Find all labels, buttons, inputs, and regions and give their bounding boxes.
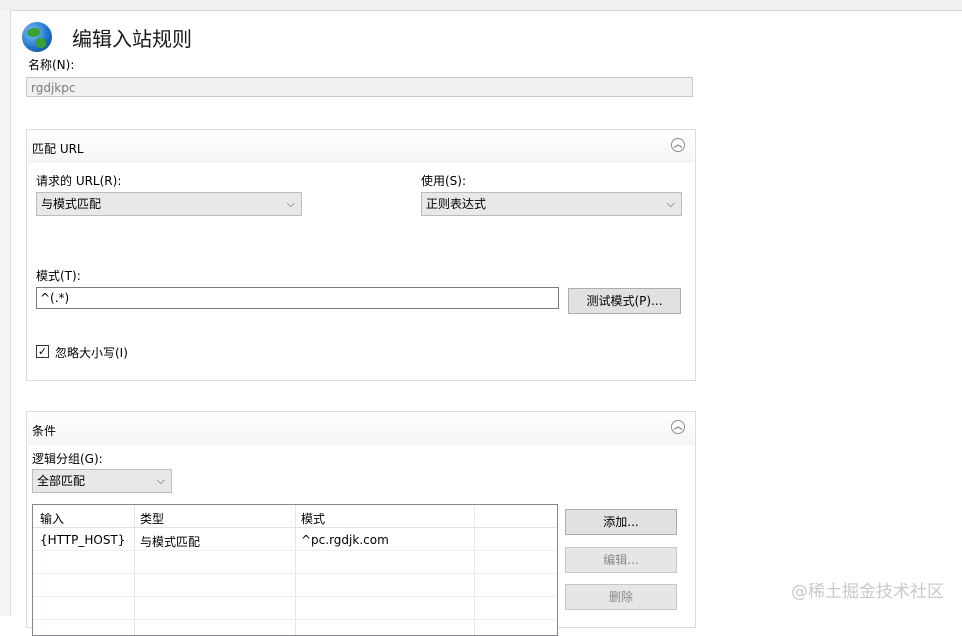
delete-button[interactable]: 删除 — [565, 584, 677, 610]
requested-url-select[interactable]: 与模式匹配 ⌵ — [36, 192, 302, 216]
column-header-input[interactable]: 输入 — [40, 510, 64, 527]
logical-grouping-label: 逻辑分组(G): — [32, 452, 103, 466]
logical-grouping-select[interactable]: 全部匹配 ⌵ — [32, 469, 172, 493]
globe-icon — [22, 22, 52, 52]
add-button[interactable]: 添加... — [565, 509, 677, 535]
page-title: 编辑入站规则 — [72, 27, 192, 51]
pattern-label: 模式(T): — [36, 269, 81, 283]
using-select[interactable]: 正则表达式 ⌵ — [421, 192, 682, 216]
row-input-cell[interactable]: {HTTP_HOST} — [40, 533, 125, 547]
match-url-header — [28, 131, 694, 163]
watermark: @稀土掘金技术社区 — [791, 582, 944, 602]
requested-url-value: 与模式匹配 — [41, 197, 102, 211]
name-label: 名称(N): — [28, 58, 75, 72]
ignore-case-checkbox[interactable]: ✓ — [36, 345, 49, 358]
match-url-group: 匹配 URL ︿ 请求的 URL(R): 与模式匹配 ⌵ 使用(S): 正则表达… — [26, 129, 696, 381]
column-header-type[interactable]: 类型 — [140, 510, 164, 527]
conditions-header — [28, 413, 694, 445]
conditions-table[interactable]: 输入 类型 模式 {HTTP_HOST} 与模式匹配 ^pc.rgdjk.com — [32, 504, 558, 636]
row-pattern-cell[interactable]: ^pc.rgdjk.com — [301, 533, 389, 547]
logical-grouping-value: 全部匹配 — [37, 474, 86, 488]
conditions-group: 条件 ︿ 逻辑分组(G): 全部匹配 ⌵ 输入 类型 模式 {HTTP_HOST… — [26, 411, 696, 636]
edit-button[interactable]: 编辑... — [565, 547, 677, 573]
chevron-down-icon: ⌵ — [286, 197, 295, 210]
collapse-conditions-icon[interactable]: ︿ — [671, 420, 685, 434]
test-pattern-button[interactable]: 测试模式(P)... — [568, 288, 681, 314]
row-type-cell[interactable]: 与模式匹配 — [140, 533, 200, 550]
using-value: 正则表达式 — [426, 197, 487, 211]
pattern-input[interactable]: ^(.*) — [36, 287, 559, 309]
ignore-case-label: 忽略大小写(I) — [55, 346, 128, 360]
chevron-down-icon: ⌵ — [666, 197, 675, 210]
name-field[interactable]: rgdjkpc — [26, 77, 693, 97]
window-top-edge — [0, 0, 962, 11]
using-label: 使用(S): — [421, 174, 467, 188]
collapse-match-url-icon[interactable]: ︿ — [671, 138, 685, 152]
chevron-down-icon: ⌵ — [156, 474, 165, 487]
conditions-title: 条件 — [32, 424, 57, 438]
left-pane-edge — [0, 10, 11, 616]
match-url-title: 匹配 URL — [32, 142, 84, 156]
column-header-pattern[interactable]: 模式 — [301, 510, 325, 527]
requested-url-label: 请求的 URL(R): — [36, 174, 122, 188]
